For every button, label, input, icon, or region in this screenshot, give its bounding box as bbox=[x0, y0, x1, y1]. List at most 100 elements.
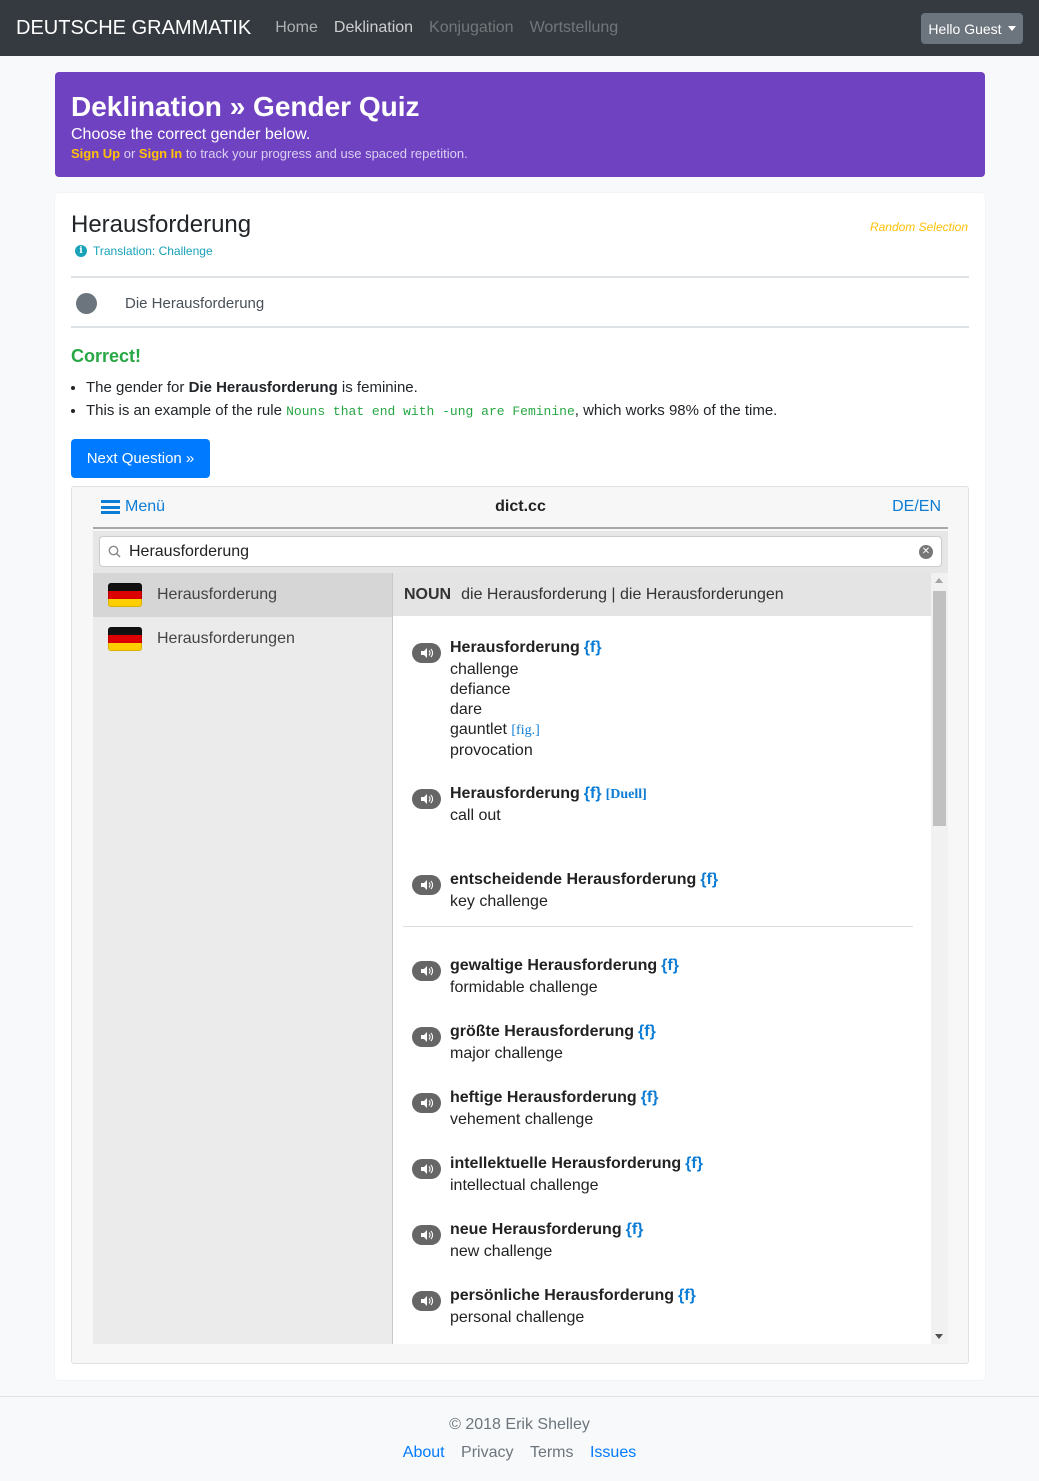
translation-text: Translation: Challenge bbox=[93, 244, 213, 258]
dictcc-header: Menü dict.cc DE/EN bbox=[93, 487, 948, 529]
page-header: Deklination » Gender Quiz Choose the cor… bbox=[55, 72, 985, 177]
noun-forms-bar: NOUN die Herausforderung | die Herausfor… bbox=[393, 573, 931, 616]
sense-term: größte Herausforderung bbox=[450, 1023, 635, 1040]
translation-item[interactable]: defiance bbox=[450, 680, 540, 700]
translation-item[interactable]: major challenge bbox=[450, 1044, 563, 1064]
sense-term: gewaltige Herausforderung bbox=[450, 957, 658, 974]
gender-tag: {f} bbox=[700, 871, 719, 888]
random-selection-label: Random Selection bbox=[869, 220, 968, 234]
translation-item[interactable]: vehement challenge bbox=[450, 1110, 593, 1130]
gender-tag: {f} bbox=[685, 1155, 703, 1172]
result-explanation: The gender for Die Herausforderung is fe… bbox=[86, 379, 777, 425]
divider bbox=[71, 326, 969, 328]
translation-item[interactable]: intellectual challenge bbox=[450, 1176, 599, 1196]
dictcc-search-bar: ✕ bbox=[93, 531, 948, 573]
footer-links: About Privacy Terms Issues bbox=[0, 1444, 1039, 1462]
page-title: Deklination » Gender Quiz bbox=[71, 91, 420, 122]
rule-code: Nouns that end with -ung are Feminine bbox=[286, 404, 575, 419]
translation-hint: i Translation: Challenge bbox=[75, 244, 213, 258]
speaker-icon[interactable] bbox=[412, 1027, 441, 1047]
or-text: or bbox=[120, 145, 139, 161]
language-switch[interactable]: DE/EN bbox=[892, 498, 941, 516]
sign-in-link[interactable]: Sign In bbox=[139, 146, 182, 161]
explanation-rule: This is an example of the rule Nouns tha… bbox=[86, 402, 777, 419]
speaker-icon[interactable] bbox=[412, 1225, 441, 1245]
next-question-button[interactable]: Next Question » bbox=[71, 439, 210, 478]
translation-item[interactable]: call out bbox=[450, 806, 501, 826]
nav-wortstellung[interactable]: Wortstellung bbox=[530, 19, 619, 37]
sense-translations: major challenge bbox=[450, 1044, 563, 1064]
sense-term: intellektuelle Herausforderung bbox=[450, 1155, 682, 1172]
speaker-icon[interactable] bbox=[412, 789, 441, 809]
footer-link-privacy[interactable]: Privacy bbox=[461, 1444, 513, 1461]
speaker-icon[interactable] bbox=[412, 1093, 441, 1113]
scrollbar-thumb[interactable] bbox=[933, 591, 946, 826]
translation-item[interactable]: formidable challenge bbox=[450, 978, 598, 998]
sense-translations: personal challenge bbox=[450, 1308, 584, 1328]
gender-tag: {f} bbox=[625, 1221, 644, 1238]
list-item[interactable]: Herausforderungen bbox=[93, 617, 392, 661]
page-lead: Choose the correct gender below. bbox=[71, 125, 311, 143]
german-flag-icon bbox=[108, 627, 142, 651]
translation-item[interactable]: challenge bbox=[450, 660, 540, 680]
gender-tag: {f} bbox=[583, 785, 602, 802]
nav-konjugation[interactable]: Konjugation bbox=[429, 19, 514, 37]
translation-item[interactable]: key challenge bbox=[450, 892, 548, 912]
word-class-label: NOUN bbox=[404, 585, 452, 603]
sense-translations: new challenge bbox=[450, 1242, 552, 1262]
sense-term: persönliche Herausforderung bbox=[450, 1287, 675, 1304]
sense-translations: intellectual challenge bbox=[450, 1176, 599, 1196]
nav-deklination[interactable]: Deklination bbox=[334, 19, 413, 37]
sense-translations: formidable challenge bbox=[450, 978, 598, 998]
dictcc-frame: Menü dict.cc DE/EN ✕ Herausforderung Her… bbox=[71, 486, 969, 1364]
noun-forms: die Herausforderung | die Herausforderun… bbox=[461, 585, 784, 603]
detail-scrollbar[interactable] bbox=[931, 573, 948, 1344]
brand-logo[interactable]: DEUTSCHE GRAMMATIK bbox=[16, 17, 251, 40]
answer-option-label: Die Herausforderung bbox=[125, 294, 265, 312]
speaker-icon[interactable] bbox=[412, 961, 441, 981]
signin-prompt-tail: to track your progress and use spaced re… bbox=[182, 145, 468, 161]
search-icon bbox=[108, 545, 121, 558]
footer-link-issues[interactable]: Issues bbox=[590, 1444, 636, 1461]
gender-tag: {f} bbox=[678, 1287, 696, 1304]
dictcc-title: dict.cc bbox=[495, 498, 546, 515]
speaker-icon[interactable] bbox=[412, 1159, 441, 1179]
speaker-icon[interactable] bbox=[412, 875, 441, 895]
sense-translations: key challenge bbox=[450, 892, 548, 912]
signin-prompt: Sign Up or Sign In to track your progres… bbox=[71, 146, 969, 161]
sense-translations: vehement challenge bbox=[450, 1110, 593, 1130]
translation-item[interactable]: personal challenge bbox=[450, 1308, 584, 1328]
quiz-word: Herausforderung bbox=[71, 211, 252, 238]
translation-item[interactable]: gauntlet bbox=[450, 721, 507, 738]
speaker-icon[interactable] bbox=[412, 643, 441, 663]
user-dropdown-button[interactable]: Hello Guest bbox=[921, 13, 1023, 44]
list-item[interactable]: Herausforderung bbox=[93, 573, 392, 617]
answer-option[interactable]: Die Herausforderung bbox=[71, 278, 969, 328]
gender-tag: {f} bbox=[583, 639, 602, 656]
caret-down-icon bbox=[1007, 26, 1016, 31]
footer-link-terms[interactable]: Terms bbox=[530, 1444, 574, 1461]
nav-home[interactable]: Home bbox=[275, 19, 318, 37]
footer-link-about[interactable]: About bbox=[403, 1444, 445, 1461]
translation-item[interactable]: provocation bbox=[450, 741, 540, 761]
user-dropdown-label: Hello Guest bbox=[928, 20, 1002, 37]
translation-item[interactable]: new challenge bbox=[450, 1242, 552, 1262]
dictcc-search-input[interactable] bbox=[129, 542, 919, 561]
german-flag-icon bbox=[108, 583, 142, 607]
gender-tag: {f} bbox=[661, 957, 679, 974]
gender-tag: {f} bbox=[640, 1089, 659, 1106]
quiz-card: Herausforderung Random Selection i Trans… bbox=[55, 193, 985, 1380]
sense-translations: call out bbox=[450, 806, 501, 826]
dictcc-detail-pane: NOUN die Herausforderung | die Herausfor… bbox=[393, 573, 931, 1344]
scroll-down-arrow-icon[interactable] bbox=[935, 1334, 943, 1339]
radio-selected-icon[interactable] bbox=[76, 292, 97, 314]
translation-item[interactable]: dare bbox=[450, 700, 540, 720]
scroll-up-arrow-icon[interactable] bbox=[935, 578, 943, 583]
divider bbox=[403, 926, 913, 927]
sense-term: Herausforderung bbox=[450, 639, 580, 656]
clear-search-icon[interactable]: ✕ bbox=[919, 544, 933, 559]
list-item-label: Herausforderung bbox=[157, 586, 278, 603]
sign-up-link[interactable]: Sign Up bbox=[71, 146, 120, 161]
result-heading: Correct! bbox=[71, 346, 142, 366]
speaker-icon[interactable] bbox=[412, 1291, 441, 1311]
